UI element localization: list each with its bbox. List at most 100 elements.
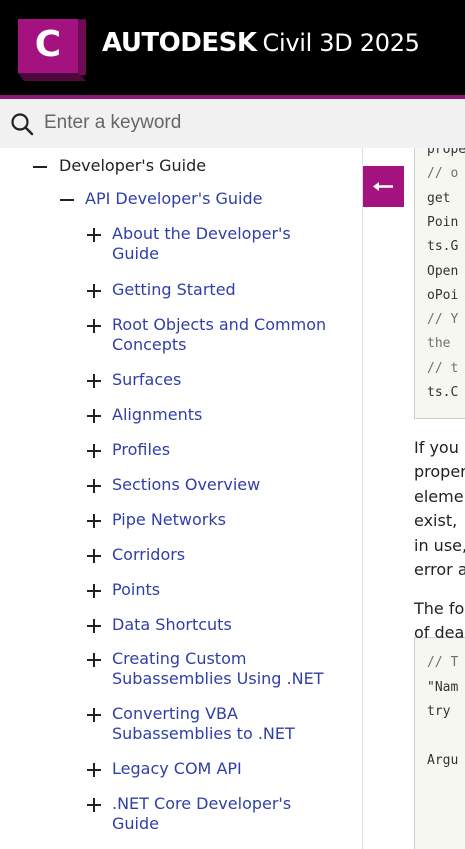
- code-block: // T "Nam try Argu: [414, 637, 465, 849]
- toc-item-label[interactable]: Profiles: [112, 440, 170, 460]
- expand-icon[interactable]: [84, 475, 106, 497]
- toc-item-label[interactable]: Creating Custom Subassemblies Using .NET: [112, 649, 323, 689]
- paragraph-line: of dea: [414, 623, 465, 642]
- brand-title: AUTODESK Civil 3D 2025: [102, 28, 420, 58]
- toc-item-label[interactable]: Surfaces: [112, 370, 181, 390]
- paragraph-line: exist,: [414, 511, 458, 531]
- toc-item-label-line: Surfaces: [112, 370, 182, 389]
- expand-icon[interactable]: [84, 315, 106, 337]
- toc-item-label[interactable]: Sections Overview: [112, 475, 260, 495]
- toc-item-label-line: Alignments: [112, 405, 203, 424]
- expand-icon[interactable]: [84, 370, 106, 392]
- code-line: oPoi: [427, 287, 459, 303]
- toc-item[interactable]: Pipe Networks: [84, 510, 226, 532]
- toc-item-label[interactable]: Pipe Networks: [112, 510, 226, 530]
- toc-item[interactable]: Corridors: [84, 545, 185, 567]
- toc-item-label[interactable]: Data Shortcuts: [112, 615, 232, 635]
- toc-item-label[interactable]: Points: [112, 580, 160, 600]
- toc-item[interactable]: Creating Custom Subassemblies Using .NET: [84, 649, 323, 689]
- expand-icon[interactable]: [84, 405, 106, 427]
- toc-item-developers-guide[interactable]: Developer's Guide: [30, 156, 206, 178]
- toc-item-label-line: Data Shortcuts: [112, 615, 232, 634]
- code-line: the: [427, 336, 451, 352]
- toc-item-label[interactable]: Getting Started: [112, 280, 236, 300]
- code-line: ts.C: [427, 385, 459, 400]
- toc-item-label-line: Concepts: [112, 335, 187, 354]
- expand-icon[interactable]: [84, 280, 106, 302]
- search-icon[interactable]: [10, 112, 34, 140]
- expand-icon[interactable]: [84, 615, 106, 637]
- toc-item[interactable]: .NET Core Developer's Guide: [84, 794, 291, 834]
- logo-letter: C: [34, 24, 62, 65]
- toc-item-label-line: Getting Started: [112, 280, 236, 299]
- toc-item-label-line: Root Objects and Common: [112, 315, 327, 334]
- toc-item-label[interactable]: About the Developer's Guide: [112, 224, 291, 264]
- app-header: C AUTODESK Civil 3D 2025: [0, 0, 465, 95]
- code-line: try: [427, 704, 451, 719]
- expand-icon[interactable]: [84, 580, 106, 602]
- expand-icon[interactable]: [84, 649, 106, 671]
- article-content: prope // o get Poin ts.G Open oPoi // Y the // t t…: [363, 148, 465, 849]
- expand-icon[interactable]: [84, 759, 106, 781]
- toc-item[interactable]: Legacy COM API: [84, 759, 242, 781]
- expand-icon[interactable]: [84, 440, 106, 462]
- paragraph-line: If you: [414, 438, 459, 457]
- expand-icon[interactable]: [84, 545, 106, 567]
- search-input[interactable]: [44, 109, 454, 137]
- code-line: prope: [427, 148, 465, 157]
- toc-item-label-line: .NET Core Developer's: [112, 794, 292, 813]
- toc-item-label-line: Sections Overview: [112, 475, 261, 494]
- toc-item[interactable]: Getting Started: [84, 280, 236, 302]
- toc-item-label-line: Creating Custom: [112, 649, 247, 668]
- expand-icon[interactable]: [84, 510, 106, 532]
- toc-item-api-developers-guide[interactable]: API Developer's Guide: [57, 189, 263, 211]
- code-line: // t: [427, 360, 459, 376]
- toc-item[interactable]: Root Objects and Common Concepts: [84, 315, 326, 355]
- expand-icon[interactable]: [84, 224, 106, 246]
- code-block: prope // o get Poin ts.G Open oPoi // Y the // t t…: [414, 148, 465, 419]
- toc-item[interactable]: Surfaces: [84, 370, 181, 392]
- collapse-icon[interactable]: [57, 189, 79, 211]
- toc-item-label[interactable]: Developer's Guide: [59, 156, 206, 176]
- toc-item[interactable]: Converting VBA Subassemblies to .NET: [84, 704, 295, 744]
- toc-item[interactable]: Sections Overview: [84, 475, 260, 497]
- toc-item-label[interactable]: .NET Core Developer's Guide: [112, 794, 291, 834]
- paragraph-line: The fo: [414, 599, 465, 618]
- table-of-contents: Developer's Guide API Developer's Guide …: [0, 148, 362, 849]
- toc-item-label-line: Pipe Networks: [112, 510, 226, 529]
- expand-icon[interactable]: [84, 704, 106, 726]
- arrow-left-icon: [373, 182, 393, 191]
- toc-item-label-line: Subassemblies to .NET: [112, 724, 295, 743]
- code-line: ts.G: [427, 239, 459, 255]
- product-name: Civil 3D 2025: [262, 29, 420, 57]
- toc-item[interactable]: Profiles: [84, 440, 170, 462]
- toc-item-label[interactable]: Converting VBA Subassemblies to .NET: [112, 704, 295, 744]
- toc-item[interactable]: Points: [84, 580, 160, 602]
- toc-item-label[interactable]: Legacy COM API: [112, 759, 242, 779]
- code-line: Open: [427, 263, 459, 279]
- toc-item-label[interactable]: API Developer's Guide: [85, 189, 263, 209]
- toc-item-label-line: Corridors: [112, 545, 186, 564]
- civil3d-logo-icon[interactable]: C: [18, 19, 86, 81]
- toc-item[interactable]: Alignments: [84, 405, 202, 427]
- paragraph-line: error a: [414, 560, 465, 579]
- toc-item-label-line: Guide: [112, 814, 159, 833]
- toc-item[interactable]: About the Developer's Guide: [84, 224, 291, 264]
- toc-item-label-line: Subassemblies Using .NET: [112, 669, 324, 688]
- toc-item-label[interactable]: Root Objects and Common Concepts: [112, 315, 326, 355]
- expand-icon[interactable]: [84, 794, 106, 816]
- collapse-icon[interactable]: [30, 156, 52, 178]
- paragraph-line: eleme: [414, 486, 464, 506]
- code-line: // Y: [427, 312, 459, 328]
- collapse-toc-button[interactable]: [363, 166, 404, 207]
- toc-item[interactable]: Data Shortcuts: [84, 615, 232, 637]
- search-bar: [0, 99, 465, 148]
- code-line: Poin: [427, 214, 459, 230]
- toc-item-label-line: Converting VBA: [112, 704, 238, 723]
- toc-item-label[interactable]: Alignments: [112, 405, 202, 425]
- toc-item-label[interactable]: Corridors: [112, 545, 185, 565]
- toc-item-label-line: Legacy COM API: [112, 759, 242, 778]
- code-line: Argu: [427, 753, 459, 768]
- toc-item-label-line: Points: [112, 580, 161, 599]
- code-line: // T: [427, 655, 459, 670]
